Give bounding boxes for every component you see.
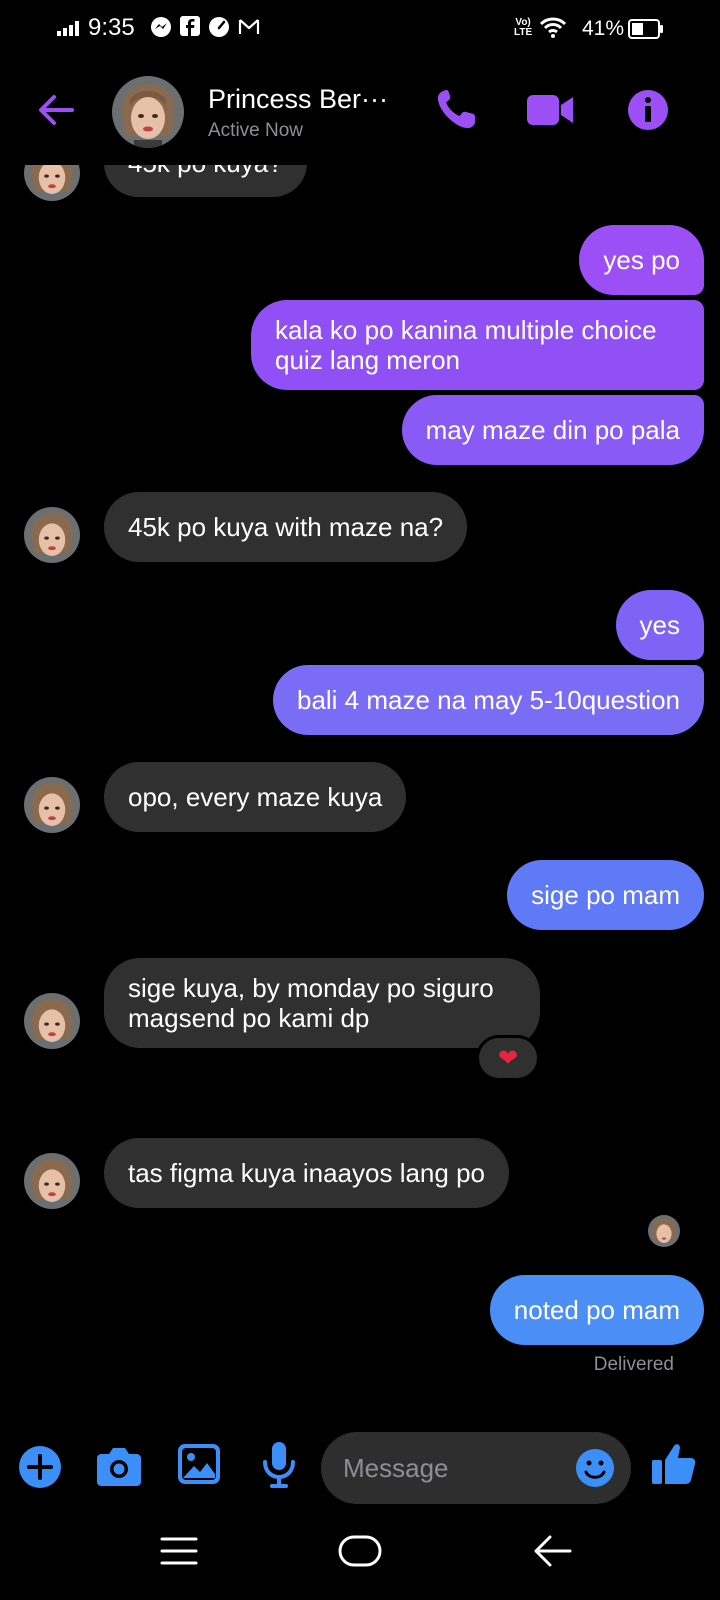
battery-icon — [628, 19, 663, 39]
sender-avatar — [24, 1153, 80, 1209]
status-time: 9:35 — [88, 14, 135, 41]
message-composer — [0, 1420, 720, 1510]
message-bubble-incoming[interactable]: 45k po kuya with maze na? — [104, 492, 468, 562]
back-arrow-icon[interactable] — [36, 90, 76, 130]
sender-avatar — [24, 993, 80, 1049]
message-bubble-outgoing[interactable]: sige po mam — [507, 860, 704, 930]
volte-indicator: Vo) LTE — [514, 17, 533, 38]
reaction-badge[interactable]: ❤ — [476, 1035, 540, 1081]
message-bubble-incoming[interactable]: tas figma kuya inaayos lang po — [104, 1138, 509, 1208]
heart-icon: ❤ — [497, 1044, 519, 1072]
battery-percent: 41% — [582, 17, 625, 40]
contact-name[interactable]: Princess Ber··· — [208, 84, 388, 115]
message-input[interactable] — [343, 1432, 563, 1504]
messenger-notification-icon — [151, 17, 171, 37]
wifi-icon — [540, 17, 566, 38]
message-bubble-outgoing[interactable]: yes — [615, 590, 704, 660]
gallery-icon[interactable] — [178, 1444, 220, 1484]
presence-status: Active Now — [208, 120, 304, 141]
message-bubble-outgoing[interactable]: bali 4 maze na may 5-10question — [272, 665, 704, 735]
gmail-notification-icon — [238, 19, 260, 34]
phone-icon[interactable] — [434, 88, 478, 132]
message-bubble-outgoing[interactable]: yes po — [579, 225, 704, 295]
message-bubble-incoming[interactable]: opo, every maze kuya — [104, 762, 407, 832]
menu-icon[interactable] — [160, 1536, 198, 1566]
message-bubble-outgoing[interactable]: may maze din po pala — [401, 395, 704, 465]
microphone-icon[interactable] — [262, 1442, 296, 1488]
sender-avatar — [24, 165, 80, 201]
message-bubble-incoming[interactable]: 45k po kuya? — [104, 165, 307, 197]
sender-avatar — [24, 507, 80, 563]
seen-avatar — [648, 1215, 680, 1247]
status-bar: 9:35 Vo) LTE 41% — [0, 0, 720, 60]
message-bubble-incoming[interactable]: sige kuya, by monday po siguro magsend p… — [104, 958, 540, 1048]
message-bubble-outgoing[interactable]: noted po mam — [489, 1275, 704, 1345]
back-icon[interactable] — [532, 1534, 572, 1568]
emoji-icon[interactable] — [575, 1448, 615, 1488]
signal-icon — [57, 21, 79, 36]
message-list[interactable]: 45k po kuya? yes po kala ko po kanina mu… — [0, 165, 720, 1405]
system-nav-bar — [0, 1510, 720, 1600]
info-icon[interactable] — [626, 88, 670, 132]
facebook-notification-icon — [180, 16, 200, 36]
chat-header: Princess Ber··· Active Now — [0, 60, 720, 165]
video-camera-icon[interactable] — [527, 94, 575, 126]
message-bubble-outgoing[interactable]: kala ko po kanina multiple choice quiz l… — [251, 300, 704, 390]
add-icon[interactable] — [18, 1445, 62, 1489]
camera-icon[interactable] — [97, 1446, 141, 1486]
sender-avatar — [24, 777, 80, 833]
home-icon[interactable] — [338, 1535, 382, 1567]
delivery-status: Delivered — [593, 1354, 674, 1375]
message-field[interactable] — [321, 1432, 631, 1504]
speed-notification-icon — [209, 17, 229, 37]
like-icon[interactable] — [652, 1442, 696, 1486]
contact-avatar[interactable] — [112, 76, 184, 148]
